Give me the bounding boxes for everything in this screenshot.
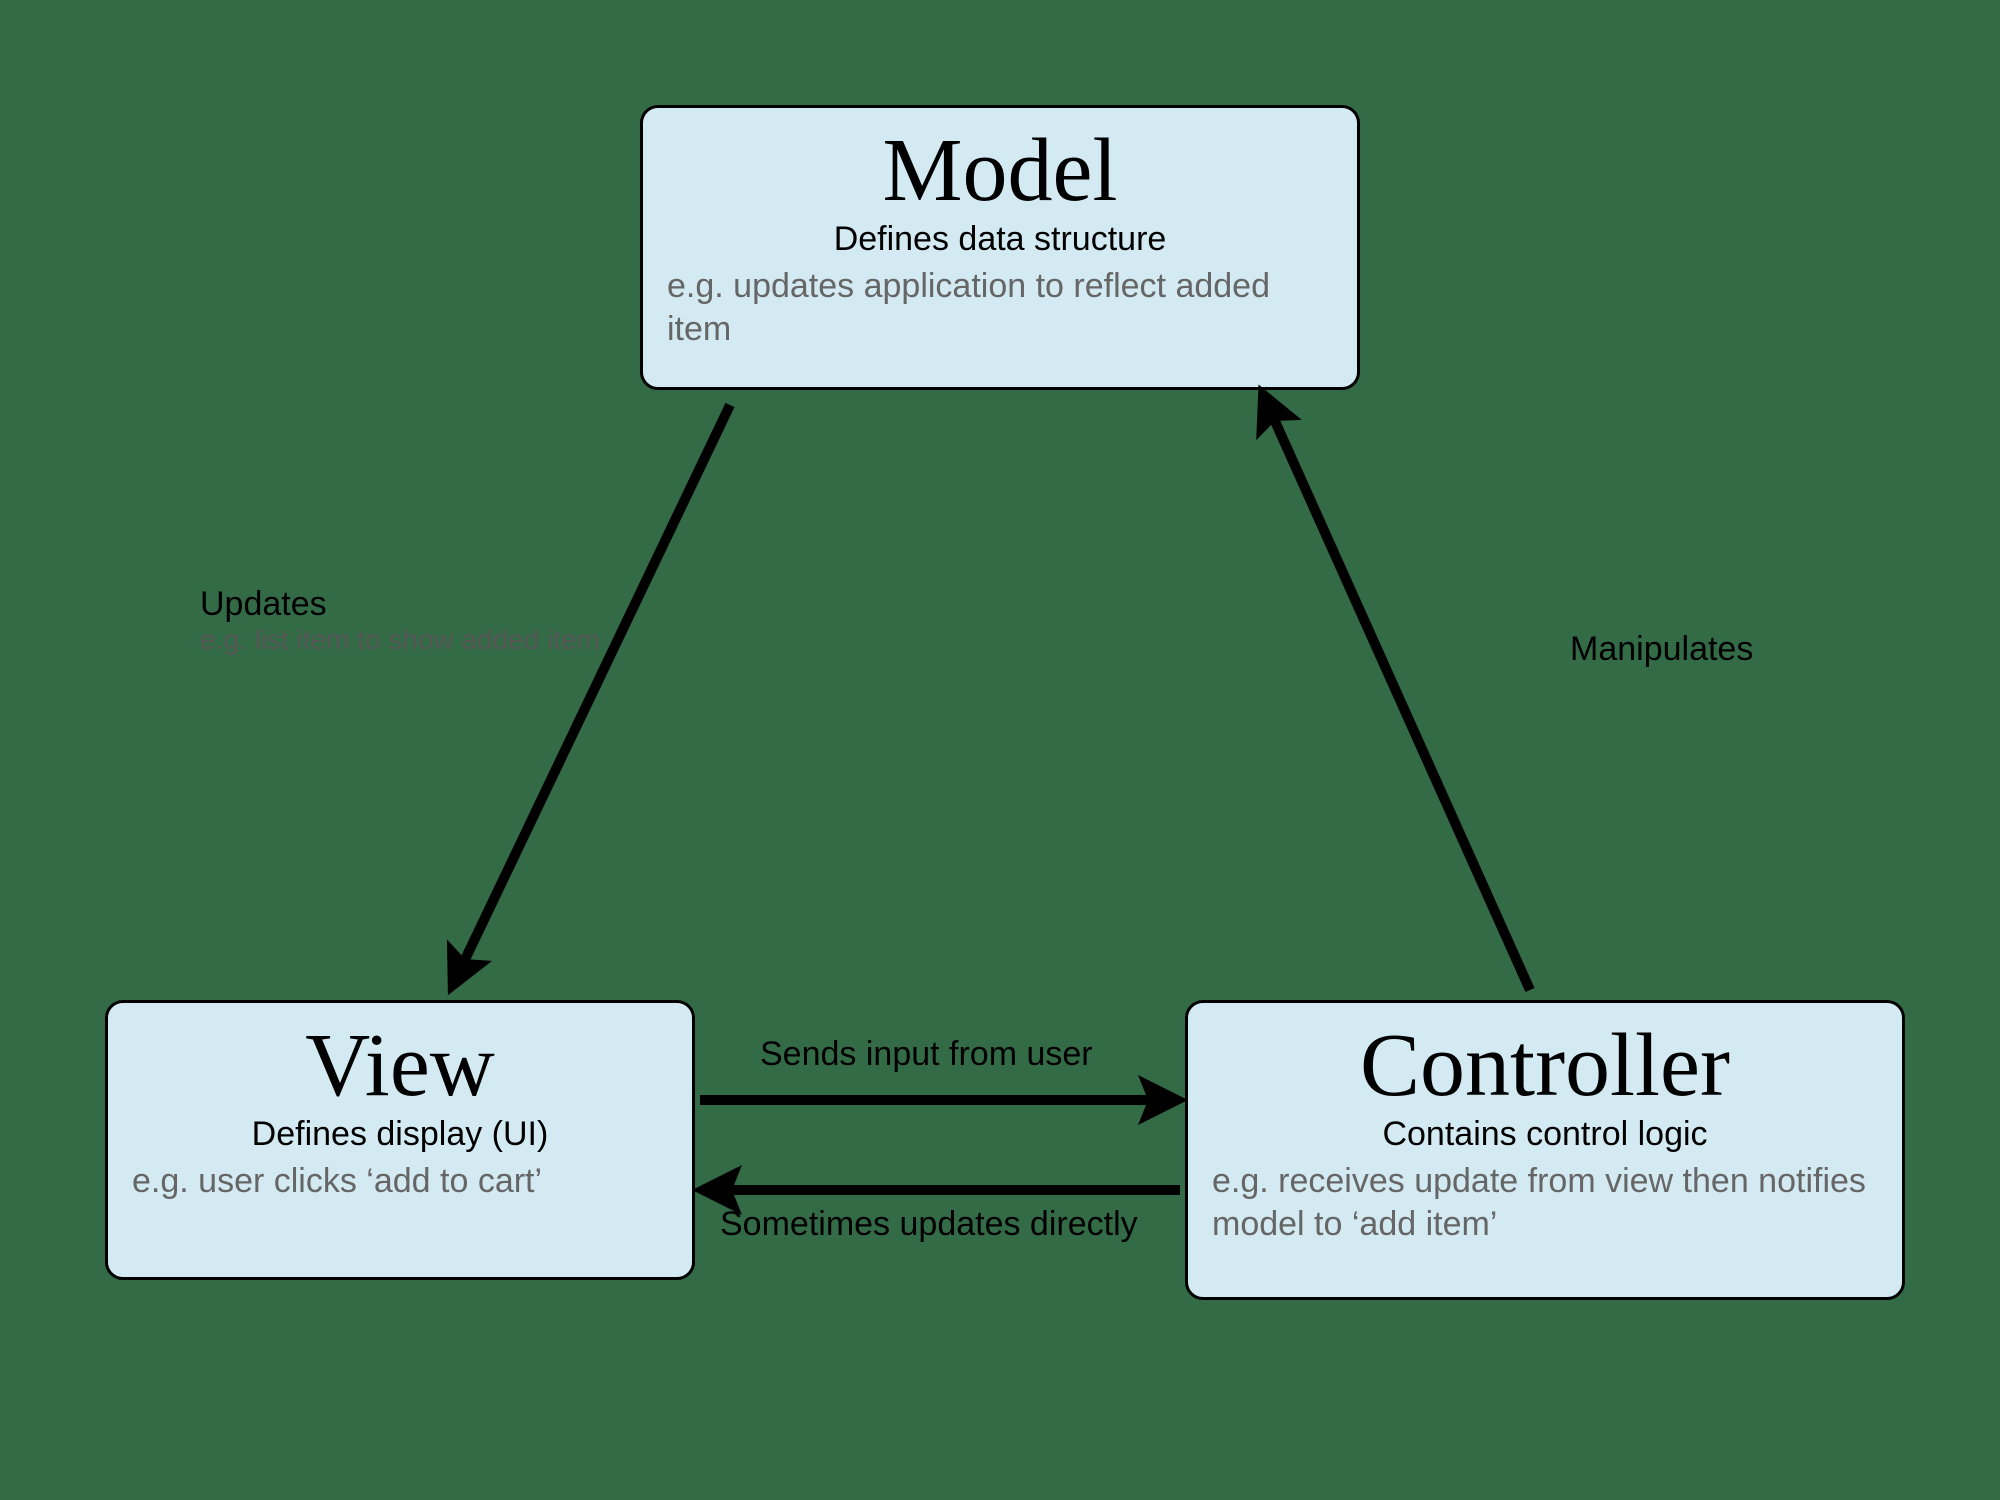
view-example: e.g. user clicks ‘add to cart’	[132, 1160, 668, 1203]
model-title: Model	[667, 126, 1333, 216]
arrow-controller-to-model	[1270, 410, 1530, 990]
label-manipulates-main: Manipulates	[1570, 630, 1970, 669]
label-sends-input-main: Sends input from user	[760, 1035, 1260, 1074]
label-sometimes-updates: Sometimes updates directly	[720, 1205, 1320, 1244]
view-subtitle: Defines display (UI)	[132, 1115, 668, 1154]
mvc-diagram: Model Defines data structure e.g. update…	[0, 0, 2000, 1500]
label-updates: Updates e.g. list item to show added ite…	[200, 585, 720, 656]
label-sends-input: Sends input from user	[760, 1035, 1260, 1074]
model-node: Model Defines data structure e.g. update…	[640, 105, 1360, 390]
label-manipulates: Manipulates	[1570, 630, 1970, 669]
view-node: View Defines display (UI) e.g. user clic…	[105, 1000, 695, 1280]
controller-title: Controller	[1212, 1021, 1878, 1111]
label-sometimes-updates-main: Sometimes updates directly	[720, 1205, 1320, 1244]
label-updates-main: Updates	[200, 585, 720, 624]
view-title: View	[132, 1021, 668, 1111]
model-example: e.g. updates application to reflect adde…	[667, 265, 1333, 350]
arrow-model-to-view	[460, 405, 730, 970]
controller-node: Controller Contains control logic e.g. r…	[1185, 1000, 1905, 1300]
model-subtitle: Defines data structure	[667, 220, 1333, 259]
controller-subtitle: Contains control logic	[1212, 1115, 1878, 1154]
label-updates-sub: e.g. list item to show added item	[200, 624, 720, 656]
